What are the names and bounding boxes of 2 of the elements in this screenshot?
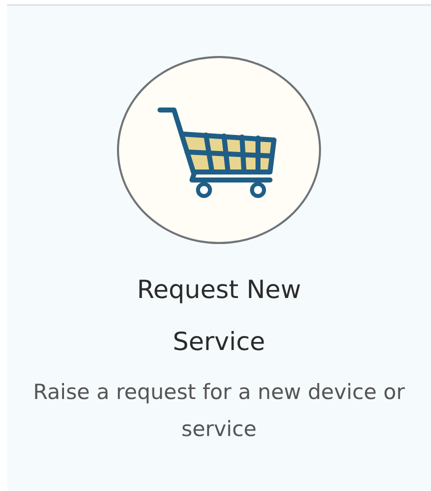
card-description: Raise a request for a new device or service <box>32 379 406 443</box>
card-title: Request New Service <box>136 274 302 358</box>
